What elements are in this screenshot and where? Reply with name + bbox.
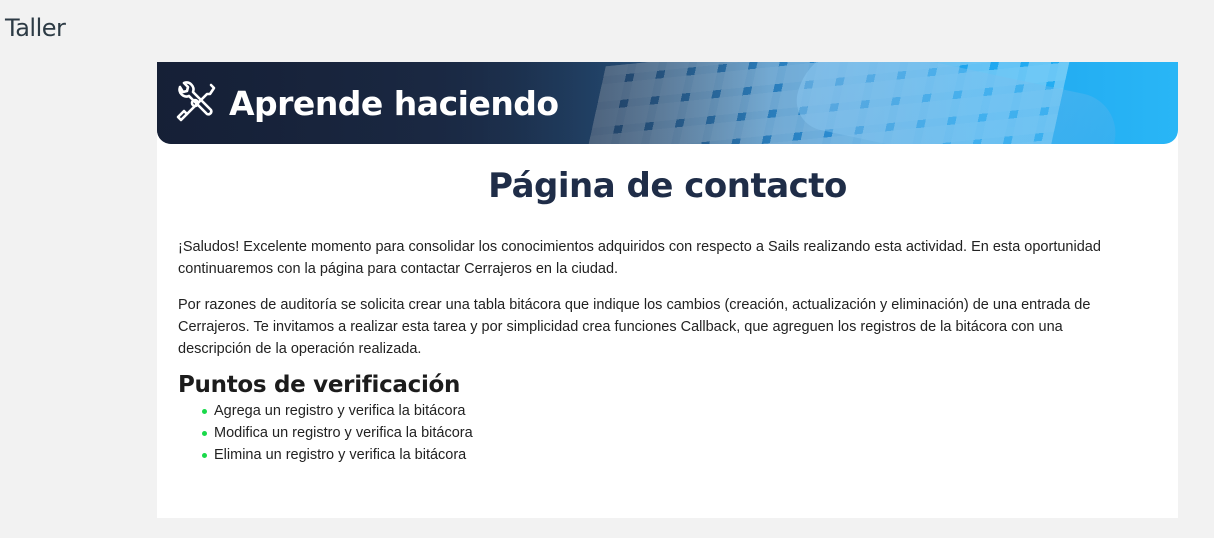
page-heading: Taller (5, 14, 66, 42)
list-item: Elimina un registro y verifica la bitáco… (202, 444, 1138, 466)
checklist: Agrega un registro y verifica la bitácor… (178, 400, 1138, 466)
content-body: ¡Saludos! Excelente momento para consoli… (178, 236, 1138, 466)
intro-paragraph: ¡Saludos! Excelente momento para consoli… (178, 239, 1101, 277)
list-item-text: Agrega un registro y verifica la bitácor… (214, 403, 466, 419)
list-item: Modifica un registro y verifica la bitác… (202, 422, 1138, 444)
list-item-text: Modifica un registro y verifica la bitác… (214, 425, 473, 441)
checklist-title: Puntos de verificación (178, 372, 461, 398)
banner-title: Aprende haciendo (229, 83, 559, 123)
bullet-icon (202, 431, 207, 436)
bullet-icon (202, 453, 207, 458)
page-title: Página de contacto (488, 166, 847, 206)
audit-paragraph: Por razones de auditoría se solicita cre… (178, 297, 1091, 357)
content-card: Aprende haciendo Página de contacto ¡Sal… (157, 62, 1178, 518)
banner: Aprende haciendo (157, 62, 1178, 144)
tools-icon (171, 79, 219, 127)
bullet-icon (202, 409, 207, 414)
list-item-text: Elimina un registro y verifica la bitáco… (214, 447, 467, 463)
list-item: Agrega un registro y verifica la bitácor… (202, 400, 1138, 422)
banner-content: Aprende haciendo (171, 62, 559, 144)
